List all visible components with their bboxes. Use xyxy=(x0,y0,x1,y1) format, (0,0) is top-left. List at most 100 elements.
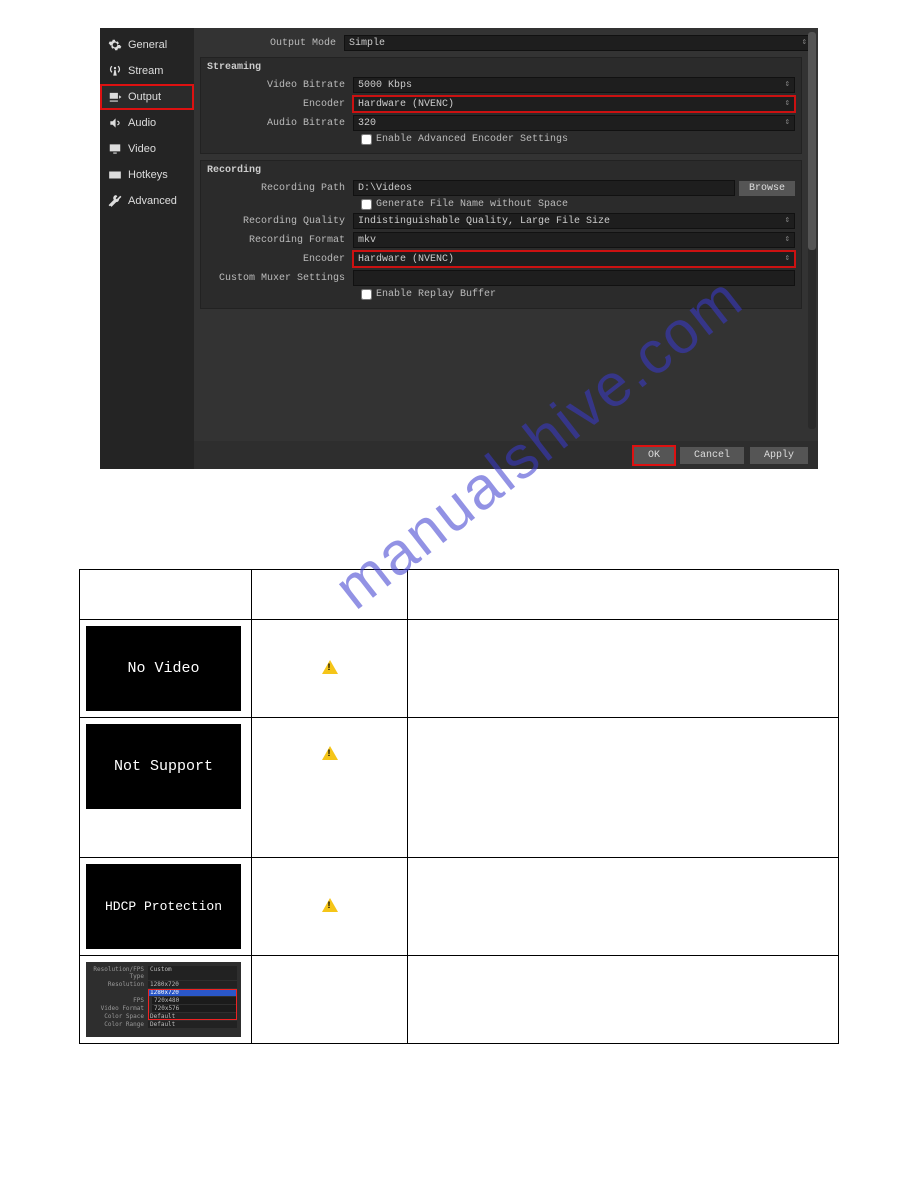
tools-icon xyxy=(108,194,122,208)
res-fps-label: FPS xyxy=(90,997,148,1004)
warning-icon xyxy=(322,898,338,912)
faq-header-cell xyxy=(408,570,839,620)
res-resolution-value: 1280x720 xyxy=(148,981,237,988)
faq-desc-cell xyxy=(408,620,839,718)
recording-format-label: Recording Format xyxy=(207,235,353,246)
audio-bitrate-row: Audio Bitrate 320 xyxy=(207,115,795,131)
res-type-label: Resolution/FPS Type xyxy=(90,966,148,980)
faq-desc-cell xyxy=(408,956,839,1044)
sidebar: General Stream Output Audio Video Hotkey… xyxy=(100,28,194,469)
sidebar-item-label: General xyxy=(128,39,167,51)
warning-icon xyxy=(322,746,338,760)
streaming-title: Streaming xyxy=(207,62,795,73)
gen-filename-checkbox[interactable] xyxy=(361,199,372,210)
output-mode-label: Output Mode xyxy=(198,38,344,49)
recording-format-row: Recording Format mkv xyxy=(207,232,795,248)
muxer-label: Custom Muxer Settings xyxy=(207,273,353,284)
faq-header-cell xyxy=(252,570,408,620)
sidebar-item-label: Stream xyxy=(128,65,163,77)
faq-icon-cell xyxy=(252,620,408,718)
resolution-panel-thumb: Resolution/FPS TypeCustom Resolution1280… xyxy=(86,962,241,1037)
sidebar-item-audio[interactable]: Audio xyxy=(100,110,194,136)
gear-icon xyxy=(108,38,122,52)
adv-encoder-label: Enable Advanced Encoder Settings xyxy=(376,134,568,145)
faq-icon-cell xyxy=(252,718,408,858)
streaming-encoder-label: Encoder xyxy=(207,99,353,110)
recording-quality-label: Recording Quality xyxy=(207,216,353,227)
res-opt: 720x576 xyxy=(152,1005,237,1012)
recording-quality-select[interactable]: Indistinguishable Quality, Large File Si… xyxy=(353,213,795,229)
faq-desc-cell xyxy=(408,718,839,858)
faq-thumb-cell: Resolution/FPS TypeCustom Resolution1280… xyxy=(80,956,252,1044)
browse-button[interactable]: Browse xyxy=(739,181,795,196)
speaker-icon xyxy=(108,116,122,130)
sidebar-item-label: Video xyxy=(128,143,156,155)
muxer-row: Custom Muxer Settings xyxy=(207,270,795,286)
sidebar-item-stream[interactable]: Stream xyxy=(100,58,194,84)
video-bitrate-label: Video Bitrate xyxy=(207,80,353,91)
res-opt: 720x480 xyxy=(152,997,237,1004)
warning-icon xyxy=(322,660,338,674)
antenna-icon xyxy=(108,64,122,78)
sidebar-item-general[interactable]: General xyxy=(100,32,194,58)
not-support-thumb: Not Support xyxy=(86,724,241,809)
recording-title: Recording xyxy=(207,165,795,176)
sidebar-item-output[interactable]: Output xyxy=(100,84,194,110)
streaming-encoder-row: Encoder Hardware (NVENC) xyxy=(207,96,795,112)
monitor-icon xyxy=(108,142,122,156)
recording-quality-row: Recording Quality Indistinguishable Qual… xyxy=(207,213,795,229)
sidebar-item-advanced[interactable]: Advanced xyxy=(100,188,194,214)
recording-encoder-select[interactable]: Hardware (NVENC) xyxy=(353,251,795,267)
output-settings-panel: Output Mode Simple Streaming Video Bitra… xyxy=(194,28,818,469)
cancel-button[interactable]: Cancel xyxy=(680,447,744,464)
gen-filename-row: Generate File Name without Space xyxy=(361,199,795,210)
faq-thumb-cell: No Video xyxy=(80,620,252,718)
faq-table: No Video Not Support HDCP Protection xyxy=(79,569,839,1044)
replay-buffer-row: Enable Replay Buffer xyxy=(361,289,795,300)
res-cr-label: Color Range xyxy=(90,1021,148,1028)
muxer-input[interactable] xyxy=(353,270,795,286)
audio-bitrate-select[interactable]: 320 xyxy=(353,115,795,131)
replay-buffer-label: Enable Replay Buffer xyxy=(376,289,496,300)
apply-button[interactable]: Apply xyxy=(750,447,808,464)
res-type-value: Custom xyxy=(148,966,237,980)
recording-encoder-label: Encoder xyxy=(207,254,353,265)
scrollbar[interactable] xyxy=(808,32,816,429)
dialog-button-bar: OK Cancel Apply xyxy=(194,441,818,469)
adv-encoder-checkbox-row: Enable Advanced Encoder Settings xyxy=(361,134,795,145)
output-icon xyxy=(108,90,122,104)
faq-desc-cell xyxy=(408,858,839,956)
faq-header-cell xyxy=(80,570,252,620)
recording-path-input[interactable]: D:\Videos xyxy=(353,180,735,196)
output-mode-select[interactable]: Simple xyxy=(344,35,812,51)
scrollbar-thumb[interactable] xyxy=(808,32,816,250)
sidebar-item-label: Output xyxy=(128,91,161,103)
recording-path-label: Recording Path xyxy=(207,183,353,194)
sidebar-item-label: Hotkeys xyxy=(128,169,168,181)
ok-button[interactable]: OK xyxy=(634,447,674,464)
res-resolution-label: Resolution xyxy=(90,981,148,988)
sidebar-item-hotkeys[interactable]: Hotkeys xyxy=(100,162,194,188)
recording-encoder-row: Encoder Hardware (NVENC) xyxy=(207,251,795,267)
sidebar-item-video[interactable]: Video xyxy=(100,136,194,162)
sidebar-item-label: Audio xyxy=(128,117,156,129)
recording-format-select[interactable]: mkv xyxy=(353,232,795,248)
audio-bitrate-label: Audio Bitrate xyxy=(207,118,353,129)
hdcp-thumb: HDCP Protection xyxy=(86,864,241,949)
faq-table-wrap: No Video Not Support HDCP Protection xyxy=(79,569,839,1044)
streaming-encoder-select[interactable]: Hardware (NVENC) xyxy=(353,96,795,112)
video-bitrate-input[interactable]: 5000 Kbps xyxy=(353,77,795,93)
adv-encoder-checkbox[interactable] xyxy=(361,134,372,145)
faq-thumb-cell: Not Support xyxy=(80,718,252,858)
recording-section: Recording Recording Path D:\Videos Brows… xyxy=(200,160,802,309)
streaming-section: Streaming Video Bitrate 5000 Kbps Encode… xyxy=(200,57,802,154)
faq-icon-cell xyxy=(252,858,408,956)
replay-buffer-checkbox[interactable] xyxy=(361,289,372,300)
gen-filename-label: Generate File Name without Space xyxy=(376,199,568,210)
output-mode-row: Output Mode Simple xyxy=(198,35,812,51)
keyboard-icon xyxy=(108,168,122,182)
obs-settings-dialog: General Stream Output Audio Video Hotkey… xyxy=(100,28,818,469)
res-cs-value: Default xyxy=(148,1013,237,1020)
video-bitrate-row: Video Bitrate 5000 Kbps xyxy=(207,77,795,93)
res-vf-label: Video Format xyxy=(90,1005,148,1012)
